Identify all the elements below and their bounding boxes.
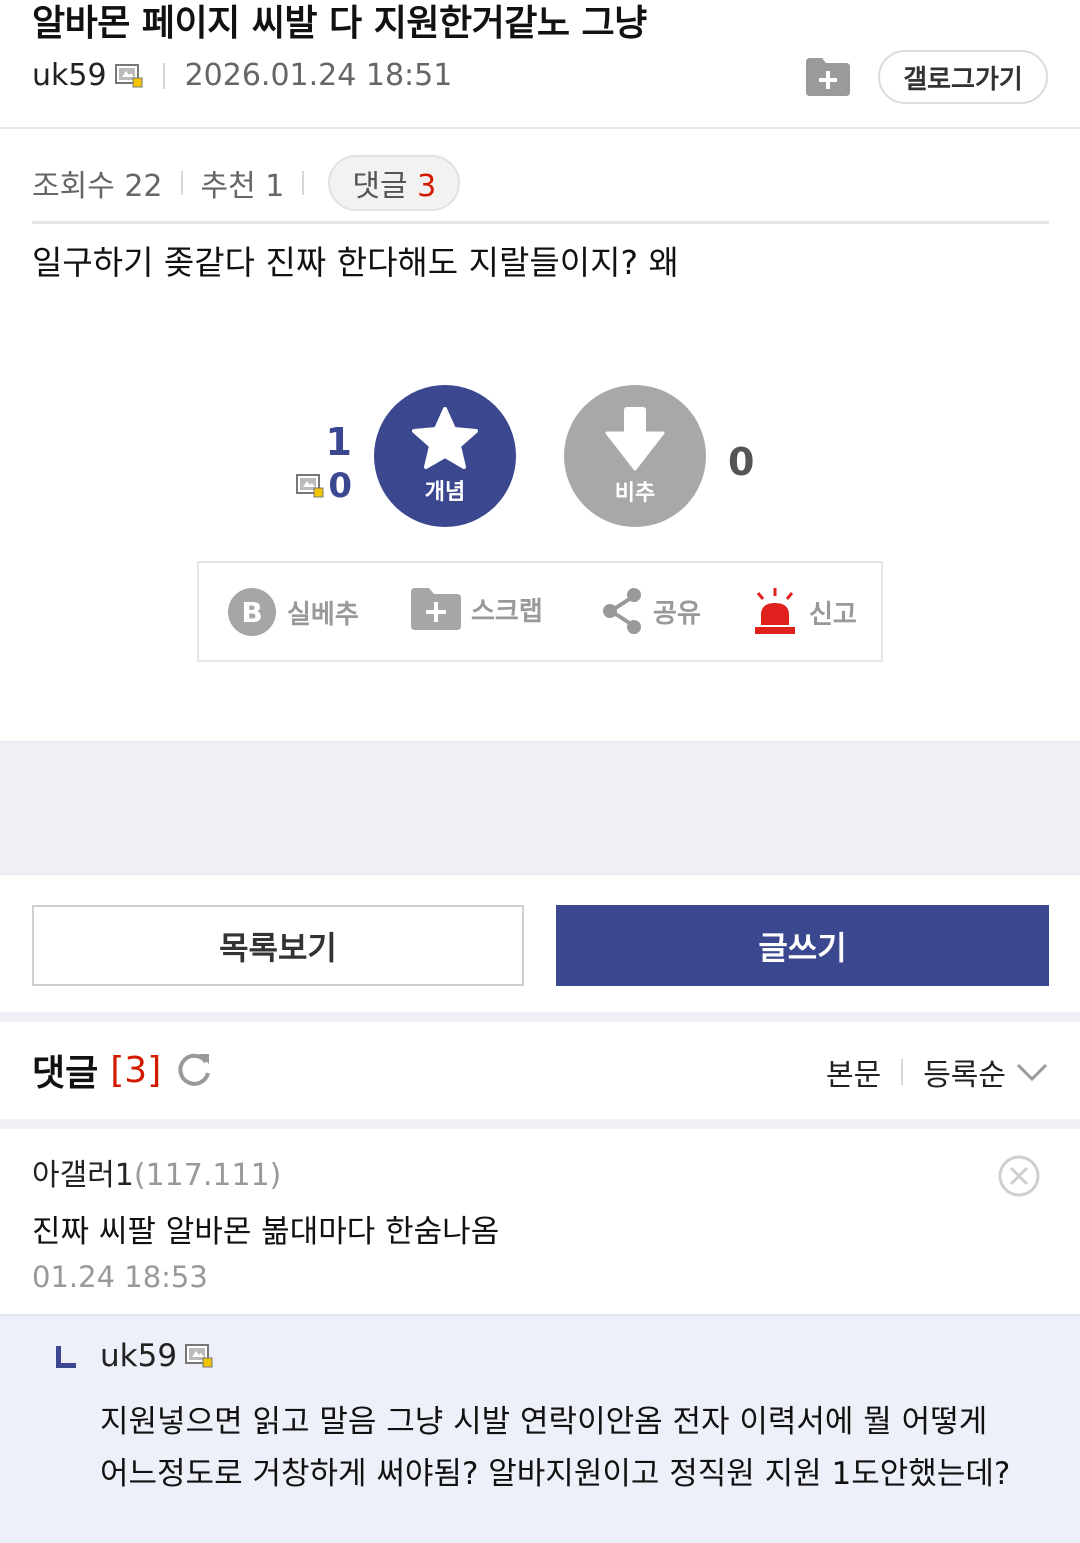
write-button[interactable]: 글쓰기: [556, 905, 1049, 986]
gallog-button[interactable]: 갤로그가기: [878, 50, 1048, 104]
post-body: 일구하기 좆같다 진짜 한다해도 지랄들이지? 왜: [32, 243, 679, 282]
comment-author: 아갤러1(117.111): [32, 1150, 281, 1194]
comments-title: 댓글: [32, 1053, 99, 1094]
author-nick[interactable]: uk59: [32, 58, 107, 93]
fixed-member-count: 0: [328, 466, 352, 506]
ad-band: [0, 741, 1080, 875]
divider: [180, 171, 183, 195]
share-button[interactable]: 공유: [601, 587, 701, 635]
nonrecommend-button-label: 비추: [614, 481, 656, 506]
reply-arrow-icon: [56, 1346, 76, 1368]
scrap-folder-icon[interactable]: [806, 58, 850, 96]
recommend-counts: 1 0: [288, 420, 352, 508]
list-button[interactable]: 목록보기: [32, 905, 524, 986]
view-count: 조회수 22: [32, 169, 163, 204]
member-icon: [185, 1344, 213, 1368]
comment-date: 01.24 18:53: [32, 1260, 208, 1294]
reply-author: uk59: [100, 1338, 213, 1374]
delete-icon[interactable]: [998, 1155, 1040, 1197]
divider: [0, 1012, 1080, 1022]
sort-order-select[interactable]: 등록순: [923, 1050, 1006, 1094]
post-title: 알바몬 페이지 씨발 다 지원한거같노 그냥: [32, 3, 647, 44]
reply-nick: uk59: [100, 1338, 178, 1374]
comment-count-pill[interactable]: 댓글 3: [328, 155, 461, 211]
siren-icon: [755, 588, 795, 634]
comment-sort: 본문 등록순: [826, 1050, 1048, 1094]
svg-text:B: B: [241, 596, 262, 629]
nonrecommend-number: 0: [728, 440, 755, 484]
scrap-button[interactable]: 스크랩: [411, 587, 543, 631]
divider: [0, 127, 1080, 129]
comment-pill-count: 3: [417, 169, 437, 204]
recommend-number: 1: [325, 420, 352, 464]
comment-pill-label: 댓글: [352, 169, 408, 204]
divider: [901, 1059, 904, 1085]
best-button[interactable]: B 실베추: [227, 587, 359, 637]
member-icon: [114, 63, 143, 88]
reply-comment: uk59 지원넣으면 읽고 말음 그냥 시발 연락이안옴 전자 이력서에 뭘 어…: [0, 1314, 1080, 1543]
star-icon: [412, 407, 478, 469]
sort-body-button[interactable]: 본문: [826, 1050, 881, 1094]
divider: [32, 221, 1049, 224]
post-date: 2026.01.24 18:51: [184, 58, 453, 93]
chevron-down-icon[interactable]: [1016, 1062, 1048, 1082]
scrap-label: 스크랩: [471, 596, 543, 627]
nonrecommend-button[interactable]: 비추: [564, 385, 706, 527]
recommend-button-label: 개념: [424, 480, 466, 505]
divider: [302, 171, 305, 195]
recommend-button[interactable]: 개념: [374, 385, 516, 527]
down-arrow-icon: [605, 407, 665, 471]
report-label: 신고: [809, 599, 857, 630]
best-label: 실베추: [287, 599, 359, 630]
member-icon: [296, 474, 324, 498]
post-meta: uk59 2026.01.24 18:51: [32, 58, 452, 93]
scrap-folder-icon: [411, 588, 461, 630]
best-b-icon: B: [228, 588, 276, 636]
comments-count: [3]: [110, 1049, 162, 1091]
post-stats: 조회수 22 추천 1 댓글 3: [32, 155, 461, 211]
fixed-member-recommend: 0: [288, 464, 352, 508]
comments-header: 댓글 [3]: [32, 1044, 213, 1096]
comment-ip: (117.111): [133, 1158, 282, 1193]
share-label: 공유: [653, 598, 701, 629]
reply-text: 지원넣으면 읽고 말음 그냥 시발 연락이안옴 전자 이력서에 뭘 어떻게 어느…: [100, 1404, 1011, 1492]
comment-nick: 아갤러1: [32, 1158, 134, 1193]
report-button[interactable]: 신고: [751, 587, 857, 637]
refresh-icon[interactable]: [175, 1051, 213, 1089]
recommend-count: 추천 1: [200, 169, 285, 204]
divider: [162, 62, 165, 89]
comment-text: 진짜 씨팔 알바몬 볾대마다 한숨나옴: [32, 1214, 500, 1250]
share-icon: [603, 588, 641, 634]
divider: [0, 1119, 1080, 1129]
post-action-bar: B 실베추 스크랩 공유 신고: [197, 561, 883, 662]
